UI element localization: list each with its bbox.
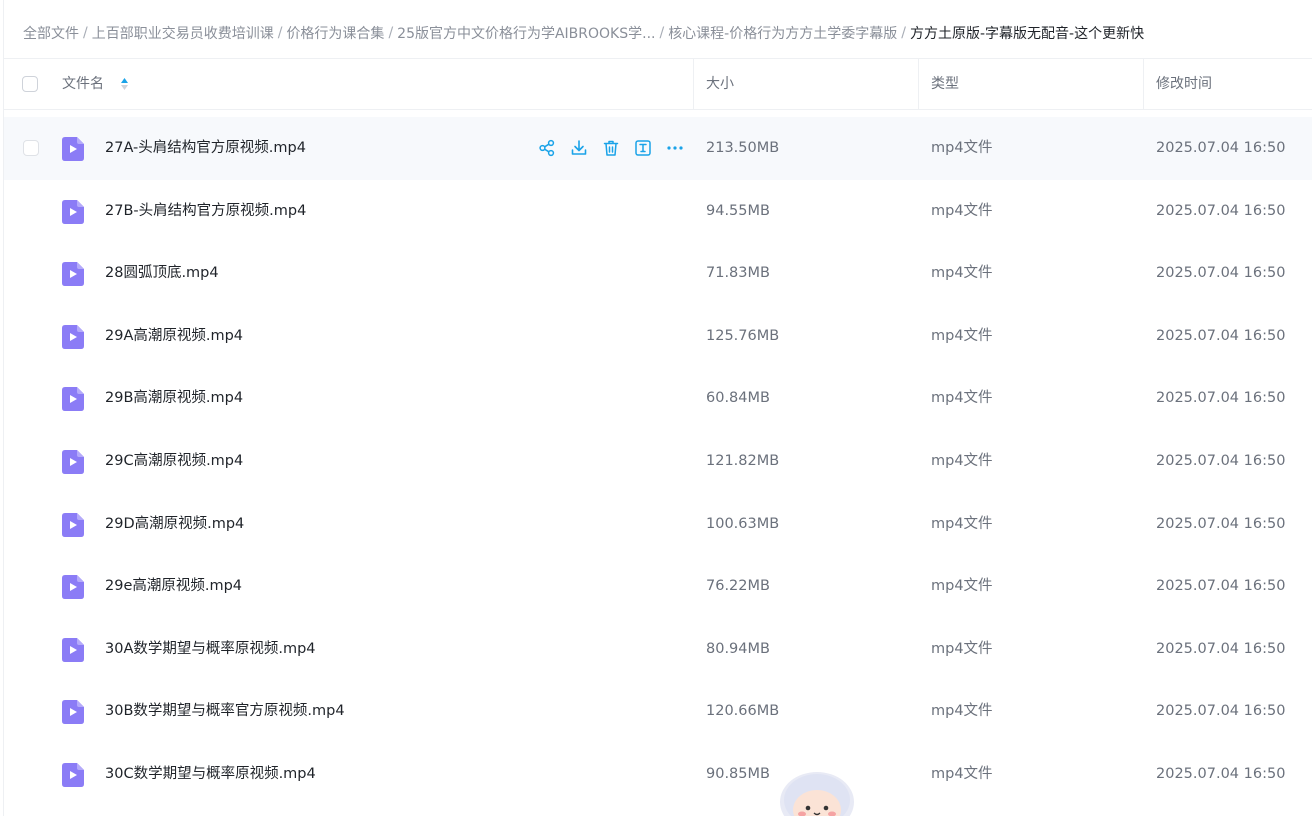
breadcrumb-link[interactable]: 25版官方中文价格行为学AIBROOKS学... bbox=[397, 23, 655, 43]
video-file-icon bbox=[62, 199, 84, 224]
file-type: mp4文件 bbox=[931, 703, 993, 720]
row-checkbox[interactable] bbox=[23, 140, 39, 156]
file-type: mp4文件 bbox=[931, 202, 993, 219]
file-row[interactable]: 30C数学期望与概率原视频.mp4 90.85MB mp4文件 2025.07.04 … bbox=[4, 743, 1312, 806]
table-header: 文件名 大小 类型 修改时间 bbox=[4, 59, 1312, 110]
file-modified: 2025.07.04 16:50 bbox=[1156, 703, 1286, 720]
column-header-size[interactable]: 大小 bbox=[706, 59, 734, 109]
breadcrumb-link[interactable]: 上百部职业交易员收费培训课 bbox=[92, 23, 274, 43]
delete-icon[interactable] bbox=[600, 137, 622, 159]
video-file-icon bbox=[62, 449, 84, 474]
file-type: mp4文件 bbox=[931, 640, 993, 657]
file-modified: 2025.07.04 16:50 bbox=[1156, 578, 1286, 595]
file-name[interactable]: 29A高潮原视频.mp4 bbox=[105, 305, 243, 367]
breadcrumb: 全部文件 / 上百部职业交易员收费培训课 / 价格行为课合集/25版官方中文价格行为学A… bbox=[23, 22, 1144, 44]
column-header-modified[interactable]: 修改时间 bbox=[1156, 59, 1212, 109]
file-size: 90.85MB bbox=[706, 765, 770, 782]
file-size: 120.66MB bbox=[706, 703, 780, 720]
file-name[interactable]: 29B高潮原视频.mp4 bbox=[105, 367, 243, 429]
breadcrumb-current: 方方土原版-字幕版无配音-这个更新快 bbox=[909, 26, 1145, 42]
file-modified: 2025.07.04 16:50 bbox=[1156, 640, 1286, 657]
breadcrumb-link[interactable]: 价格行为课合集 bbox=[286, 23, 384, 43]
file-type: mp4文件 bbox=[931, 578, 993, 595]
row-actions bbox=[536, 137, 696, 159]
file-row[interactable]: 29C高潮原视频.mp4 121.82MB mp4文件 2025.07.04 16:5… bbox=[4, 430, 1312, 493]
column-header-name[interactable]: 文件名 bbox=[62, 59, 104, 109]
file-name[interactable]: 29C高潮原视频.mp4 bbox=[105, 430, 243, 492]
file-list: 27A-头肩结构官方原视频.mp4 213.50MB mp4文件 2025.07.04… bbox=[4, 117, 1312, 806]
file-browser: 全部文件 / 上百部职业交易员收费培训课 / 价格行为课合集/25版官方中文价格行为学A… bbox=[0, 0, 1312, 816]
file-type: mp4文件 bbox=[931, 765, 993, 782]
file-type: mp4文件 bbox=[931, 140, 993, 156]
column-divider[interactable] bbox=[918, 59, 919, 109]
file-name[interactable]: 28圆弧顶底.mp4 bbox=[105, 242, 219, 304]
file-size: 100.63MB bbox=[706, 515, 780, 532]
file-modified: 2025.07.04 16:50 bbox=[1156, 515, 1286, 532]
video-file-icon bbox=[62, 762, 84, 787]
video-file-icon bbox=[62, 262, 84, 287]
file-type: mp4文件 bbox=[931, 390, 993, 407]
file-type: mp4文件 bbox=[931, 265, 993, 282]
video-file-icon bbox=[62, 324, 84, 349]
select-all-checkbox[interactable] bbox=[22, 76, 38, 92]
file-size: 60.84MB bbox=[706, 390, 770, 407]
breadcrumb-separator: / bbox=[901, 25, 906, 41]
file-type: mp4文件 bbox=[931, 327, 993, 344]
file-type: mp4文件 bbox=[931, 452, 993, 469]
file-name[interactable]: 27B-头肩结构官方原视频.mp4 bbox=[105, 180, 306, 242]
file-name[interactable]: 30C数学期望与概率原视频.mp4 bbox=[105, 743, 316, 805]
file-row[interactable]: 30A数学期望与概率原视频.mp4 80.94MB mp4文件 2025.07.04 … bbox=[4, 618, 1312, 681]
file-size: 213.50MB bbox=[706, 140, 780, 156]
rename-icon[interactable] bbox=[632, 137, 654, 159]
file-row[interactable]: 29D高潮原视频.mp4 100.63MB mp4文件 2025.07.04 16:5… bbox=[4, 493, 1312, 556]
video-file-icon bbox=[62, 700, 84, 725]
file-name[interactable]: 30A数学期望与概率原视频.mp4 bbox=[105, 618, 316, 680]
download-icon[interactable] bbox=[568, 137, 590, 159]
sort-ascending-icon[interactable] bbox=[120, 75, 129, 93]
file-row[interactable]: 29B高潮原视频.mp4 60.84MB mp4文件 2025.07.04 16:50 bbox=[4, 367, 1312, 430]
column-divider[interactable] bbox=[1143, 59, 1144, 109]
video-file-icon bbox=[62, 512, 84, 537]
column-header-type[interactable]: 类型 bbox=[931, 59, 959, 109]
breadcrumb-separator: / bbox=[659, 25, 665, 41]
file-row[interactable]: 30B数学期望与概率官方原视频.mp4 120.66MB mp4文件 2025.07.… bbox=[4, 680, 1312, 743]
file-size: 80.94MB bbox=[706, 640, 770, 657]
breadcrumb-link[interactable]: 全部文件 bbox=[23, 23, 79, 43]
share-icon[interactable] bbox=[536, 137, 558, 159]
file-modified: 2025.07.04 16:50 bbox=[1156, 327, 1286, 344]
file-name[interactable]: 29D高潮原视频.mp4 bbox=[105, 493, 244, 555]
file-size: 76.22MB bbox=[706, 578, 770, 595]
mascot-avatar[interactable] bbox=[778, 770, 856, 816]
column-divider[interactable] bbox=[693, 59, 694, 109]
video-file-icon bbox=[62, 637, 84, 662]
breadcrumb-separator: / bbox=[277, 25, 283, 41]
file-name[interactable]: 30B数学期望与概率官方原视频.mp4 bbox=[105, 680, 345, 742]
file-row[interactable]: 27B-头肩结构官方原视频.mp4 94.55MB mp4文件 2025.07.04 … bbox=[4, 180, 1312, 243]
file-type: mp4文件 bbox=[931, 515, 993, 532]
video-file-icon bbox=[62, 575, 84, 600]
file-modified: 2025.07.04 16:50 bbox=[1156, 765, 1286, 782]
video-file-icon bbox=[62, 137, 84, 161]
file-row[interactable]: 27A-头肩结构官方原视频.mp4 213.50MB mp4文件 2025.07.04… bbox=[4, 117, 1312, 180]
file-size: 121.82MB bbox=[706, 452, 780, 469]
file-size: 125.76MB bbox=[706, 327, 780, 344]
file-modified: 2025.07.04 16:50 bbox=[1156, 452, 1286, 469]
file-size: 94.55MB bbox=[706, 202, 770, 219]
file-row[interactable]: 28圆弧顶底.mp4 71.83MB mp4文件 2025.07.04 16:50 bbox=[4, 242, 1312, 305]
more-icon[interactable] bbox=[664, 137, 686, 159]
breadcrumb-separator: / bbox=[388, 25, 394, 41]
file-row[interactable]: 29A高潮原视频.mp4 125.76MB mp4文件 2025.07.04 16:5… bbox=[4, 305, 1312, 368]
breadcrumb-separator: / bbox=[83, 25, 88, 41]
file-name[interactable]: 29e高潮原视频.mp4 bbox=[105, 555, 242, 617]
file-modified: 2025.07.04 16:50 bbox=[1156, 140, 1286, 156]
video-file-icon bbox=[62, 387, 84, 412]
breadcrumb-link[interactable]: 核心课程-价格行为方方土学委字幕版 bbox=[668, 23, 897, 43]
file-modified: 2025.07.04 16:50 bbox=[1156, 202, 1286, 219]
file-size: 71.83MB bbox=[706, 265, 770, 282]
file-name[interactable]: 27A-头肩结构官方原视频.mp4 bbox=[105, 117, 306, 179]
file-modified: 2025.07.04 16:50 bbox=[1156, 390, 1286, 407]
file-modified: 2025.07.04 16:50 bbox=[1156, 265, 1286, 282]
file-row[interactable]: 29e高潮原视频.mp4 76.22MB mp4文件 2025.07.04 16:50 bbox=[4, 555, 1312, 618]
